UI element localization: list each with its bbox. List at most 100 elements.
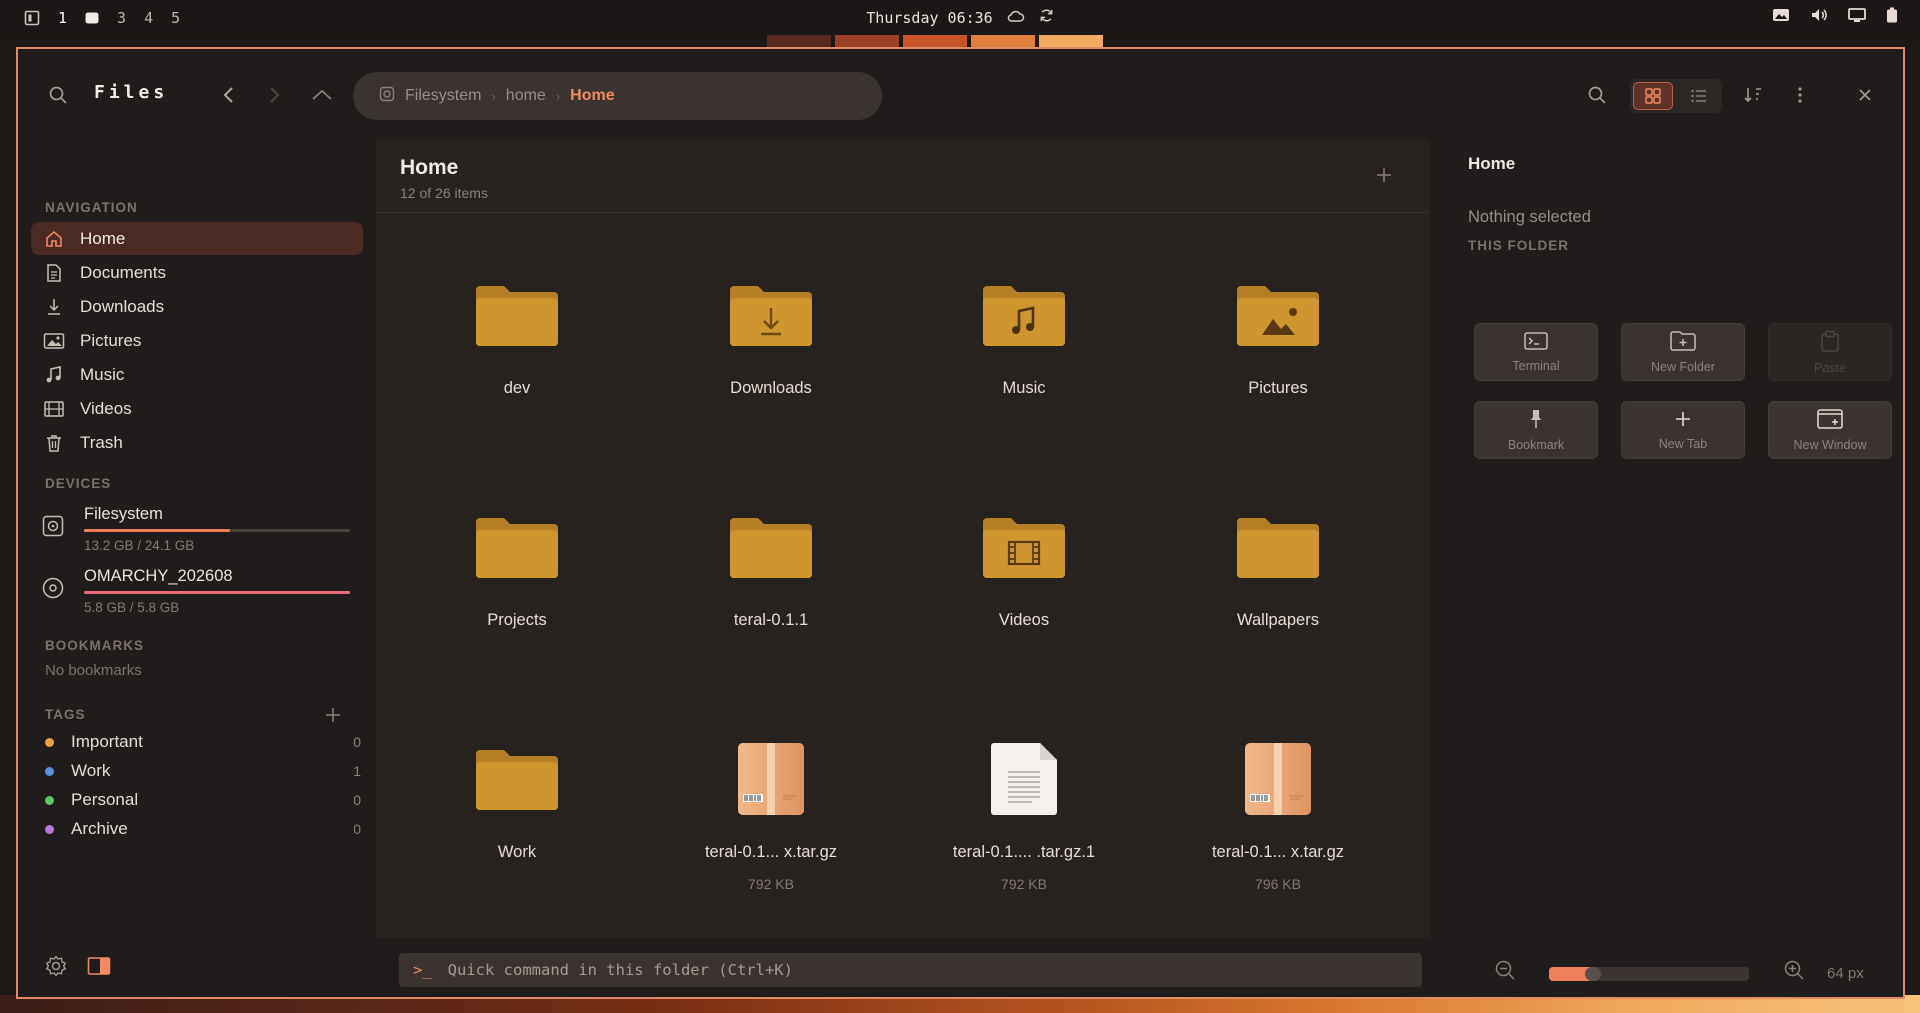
- bookmark-button[interactable]: Bookmark: [1474, 401, 1598, 459]
- paste-icon: [1820, 330, 1840, 355]
- device-filesystem[interactable]: Filesystem 13.2 GB / 24.1 GB: [42, 505, 362, 561]
- music-icon: [42, 363, 66, 387]
- file-name: Wallpapers: [1237, 611, 1319, 629]
- picture-icon: [42, 329, 66, 353]
- tag-archive[interactable]: Archive 0: [45, 817, 361, 841]
- search-icon[interactable]: [48, 85, 68, 110]
- breadcrumb-home-dir[interactable]: home: [506, 87, 546, 105]
- file-item[interactable]: teral-0.1... x.tar.gz 792 KB: [671, 729, 871, 919]
- tags-heading: TAGS: [45, 707, 86, 722]
- action-label: New Tab: [1658, 436, 1708, 451]
- sidebar-item-music[interactable]: Music: [31, 358, 363, 391]
- archive-icon: [721, 729, 821, 829]
- sidebar-item-documents[interactable]: Documents: [31, 256, 363, 289]
- zoom-level-label: 64 px: [1827, 965, 1864, 982]
- device-usb[interactable]: OMARCHY_202608 5.8 GB / 5.8 GB: [42, 567, 362, 623]
- device-size: 5.8 GB / 5.8 GB: [84, 600, 180, 615]
- tag-name: Important: [71, 732, 143, 751]
- accent-stripes: [767, 35, 1103, 47]
- breadcrumb-separator: ›: [555, 88, 561, 104]
- home-icon: [42, 227, 66, 251]
- close-icon[interactable]: [1851, 81, 1879, 109]
- folder-title: Home: [400, 156, 459, 179]
- display-icon[interactable]: [1848, 7, 1866, 28]
- tag-personal[interactable]: Personal 0: [45, 788, 361, 812]
- toggle-panel-icon[interactable]: [85, 952, 113, 980]
- up-button[interactable]: [308, 81, 336, 109]
- disk-icon: [42, 515, 64, 542]
- add-tag-button[interactable]: [323, 705, 343, 725]
- cloud-icon[interactable]: [1007, 9, 1025, 27]
- selection-status: Nothing selected: [1468, 208, 1591, 226]
- tag-important[interactable]: Important 0: [45, 730, 361, 754]
- file-item[interactable]: Projects: [417, 497, 617, 687]
- tag-count: 1: [353, 763, 361, 779]
- action-label: Terminal: [1512, 358, 1560, 373]
- zoom-slider[interactable]: [1549, 967, 1749, 981]
- sync-icon[interactable]: [1039, 8, 1054, 27]
- new-tab-button[interactable]: New Tab: [1621, 401, 1745, 459]
- sidebar-item-home[interactable]: Home: [31, 222, 363, 255]
- new-item-button[interactable]: [1370, 161, 1398, 189]
- paste-button[interactable]: Paste: [1768, 323, 1892, 381]
- file-size: 792 KB: [1001, 876, 1047, 892]
- action-label: New Window: [1793, 437, 1867, 452]
- sidebar-item-label: Documents: [80, 262, 166, 282]
- tag-name: Work: [71, 761, 111, 780]
- sidebar-item-trash[interactable]: Trash: [31, 426, 363, 459]
- quick-command-input[interactable]: >_ Quick command in this folder (Ctrl+K): [399, 953, 1422, 987]
- action-label: New Folder: [1651, 359, 1715, 374]
- file-item[interactable]: Downloads: [671, 265, 871, 455]
- view-toggle: [1630, 79, 1722, 113]
- pictures-folder-icon: [1228, 265, 1328, 365]
- volume-icon[interactable]: [1810, 7, 1828, 28]
- terminal-button[interactable]: Terminal: [1474, 323, 1598, 381]
- clock[interactable]: Thursday 06:36: [866, 9, 992, 27]
- bookmarks-heading: BOOKMARKS: [45, 638, 144, 653]
- search-button[interactable]: [1583, 81, 1611, 109]
- no-bookmarks-text: No bookmarks: [45, 662, 142, 679]
- new-window-button[interactable]: New Window: [1768, 401, 1892, 459]
- tag-name: Archive: [71, 819, 128, 838]
- sidebar-item-downloads[interactable]: Downloads: [31, 290, 363, 323]
- grid-view-button[interactable]: [1633, 82, 1673, 110]
- zoom-in-icon[interactable]: [1783, 959, 1805, 981]
- battery-icon[interactable]: [1886, 7, 1898, 28]
- file-item[interactable]: Videos: [924, 497, 1124, 687]
- devices-heading: DEVICES: [45, 476, 112, 491]
- file-item[interactable]: Pictures: [1178, 265, 1378, 455]
- settings-gear-icon[interactable]: [42, 952, 70, 980]
- sidebar-item-videos[interactable]: Videos: [31, 392, 363, 425]
- sort-button[interactable]: [1739, 81, 1767, 109]
- file-item[interactable]: teral-0.1... x.tar.gz 796 KB: [1178, 729, 1378, 919]
- terminal-prompt-icon: >_: [413, 961, 432, 979]
- file-item[interactable]: teral-0.1.1: [671, 497, 871, 687]
- action-label: Bookmark: [1507, 437, 1565, 452]
- zoom-slider-handle[interactable]: [1585, 967, 1601, 981]
- file-item[interactable]: Work: [417, 729, 617, 919]
- zoom-out-icon[interactable]: [1494, 959, 1516, 981]
- new-folder-button[interactable]: New Folder: [1621, 323, 1745, 381]
- back-button[interactable]: [214, 81, 242, 109]
- file-name: Downloads: [730, 379, 812, 397]
- tag-work[interactable]: Work 1: [45, 759, 361, 783]
- file-item[interactable]: Music: [924, 265, 1124, 455]
- item-count: 12 of 26 items: [400, 185, 488, 201]
- file-size: 792 KB: [748, 876, 794, 892]
- file-item[interactable]: dev: [417, 265, 617, 455]
- breadcrumb-filesystem[interactable]: Filesystem: [405, 87, 481, 105]
- window-header: Files Filesystem › home › Home: [18, 49, 1903, 139]
- forward-button[interactable]: [261, 81, 289, 109]
- trash-icon: [42, 431, 66, 455]
- stripe: [767, 35, 831, 47]
- screenshot-icon[interactable]: [1772, 7, 1790, 28]
- file-item[interactable]: Wallpapers: [1178, 497, 1378, 687]
- breadcrumb-current[interactable]: Home: [570, 87, 614, 105]
- list-view-button[interactable]: [1679, 82, 1719, 110]
- sidebar-item-pictures[interactable]: Pictures: [31, 324, 363, 357]
- more-menu-icon[interactable]: [1786, 81, 1814, 109]
- file-name: Projects: [487, 611, 547, 629]
- new-window-icon: [1817, 408, 1843, 432]
- file-item[interactable]: teral-0.1.... .tar.gz.1 792 KB: [924, 729, 1124, 919]
- details-title: Home: [1468, 154, 1516, 173]
